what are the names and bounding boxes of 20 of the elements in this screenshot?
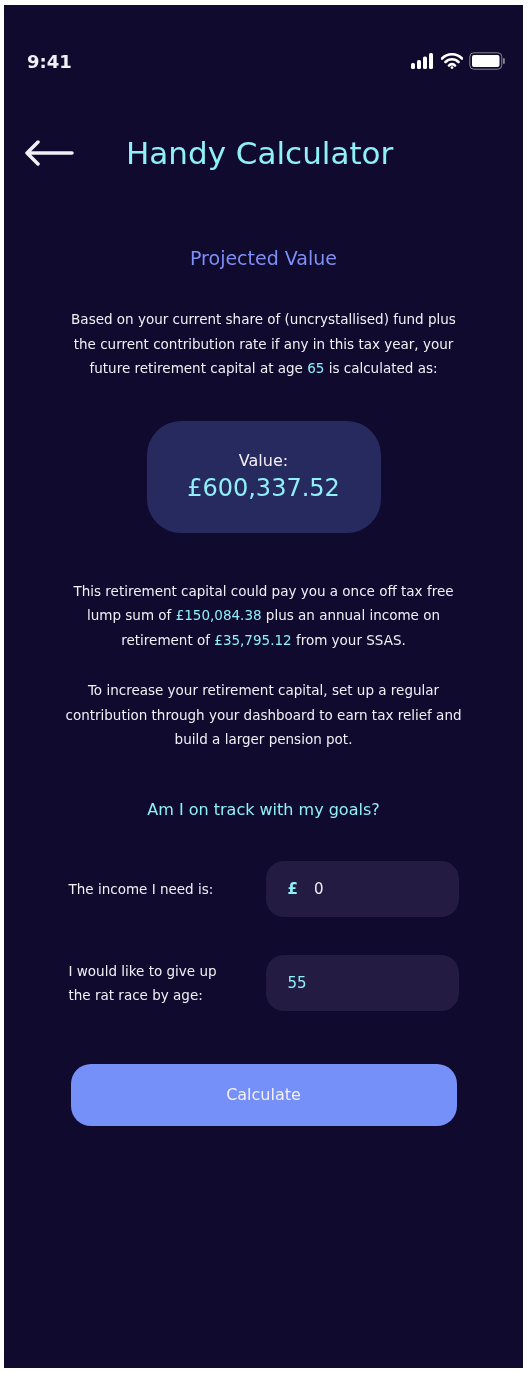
field-label: I would like to give up the rat race by age: xyxy=(68,961,218,1005)
goals-title: Am I on track with my goals? xyxy=(147,799,380,819)
value-label: Value: xyxy=(238,451,289,470)
page-title: Handy Calculator xyxy=(126,135,394,171)
battery-icon xyxy=(469,52,505,70)
intro-text: Based on your current share of (uncrystallised) fund plus the current contribution rate if any in this tax year, your future retirement capital at age 65 is calculated as: xyxy=(70,310,457,378)
field-value: 55 xyxy=(287,973,307,992)
currency-prefix: £ xyxy=(287,879,298,898)
field-label: The income I need is: xyxy=(68,879,215,899)
value-amount: £600,337.52 xyxy=(187,474,340,502)
advice-text: To increase your retirement capital, set up a regular contribution through your dashboard to earn tax relief and build a larger pension pot. xyxy=(64,681,463,749)
input-field[interactable]: £ 0 xyxy=(265,860,459,917)
section-title: Projected Value xyxy=(190,247,337,269)
signal-icon xyxy=(411,53,435,69)
field-value: 0 xyxy=(313,879,324,898)
wifi-icon xyxy=(441,53,463,69)
input-field[interactable]: 55 xyxy=(265,954,459,1011)
status-time: 9:41 xyxy=(27,50,72,72)
back-arrow-icon[interactable] xyxy=(24,140,74,166)
result-text: This retirement capital could pay you a once off tax free lump sum of £150,084.38 plus an annual income on retirement of £35,795.12 from your SSAS. xyxy=(72,581,455,650)
